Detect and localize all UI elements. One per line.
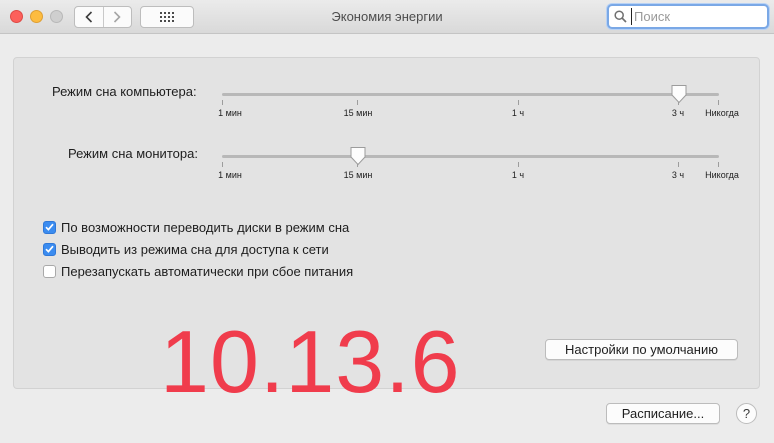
chevron-right-icon xyxy=(114,11,121,23)
checkbox-row-network-wake[interactable]: Выводить из режима сна для доступа к сет… xyxy=(43,240,329,258)
schedule-button[interactable]: Расписание... xyxy=(606,403,720,424)
tick-label-never: Никогда xyxy=(705,108,739,118)
grid-icon xyxy=(160,12,174,22)
slider-thumb[interactable] xyxy=(349,146,367,166)
minimize-window-button[interactable] xyxy=(30,10,43,23)
navigation-buttons xyxy=(74,6,132,28)
tick-label-never: Никогда xyxy=(705,170,739,180)
network-wake-checkbox[interactable] xyxy=(43,242,56,256)
auto-restart-label: Перезапускать автоматически при сбое пит… xyxy=(61,263,354,279)
display-sleep-label: Режим сна монитора: xyxy=(68,146,198,161)
tick-label-3h: 3 ч xyxy=(671,170,685,180)
disk-sleep-label: По возможности переводить диски в режим … xyxy=(61,219,350,235)
tick-label-3h: 3 ч xyxy=(671,108,685,118)
checkbox-row-auto-restart[interactable]: Перезапускать автоматически при сбое пит… xyxy=(43,262,353,280)
tick-label-1h: 1 ч xyxy=(511,170,525,180)
tick-label-15min: 15 мин xyxy=(343,170,373,180)
forward-button[interactable] xyxy=(102,7,132,27)
computer-sleep-slider[interactable]: 1 мин 15 мин 1 ч 3 ч Никогда xyxy=(218,84,739,124)
slider-tick xyxy=(678,162,679,167)
slider-tick xyxy=(518,100,519,105)
version-overlay: 10.13.6 xyxy=(160,312,461,411)
slider-tick xyxy=(718,100,719,105)
checkbox-row-disk-sleep[interactable]: По возможности переводить диски в режим … xyxy=(43,218,349,236)
title-bar: Экономия энергии xyxy=(0,0,774,34)
tick-label-1h: 1 ч xyxy=(511,108,525,118)
close-window-button[interactable] xyxy=(10,10,23,23)
slider-tick xyxy=(518,162,519,167)
tick-label-1min: 1 мин xyxy=(218,170,242,180)
slider-track xyxy=(222,93,719,96)
display-sleep-slider[interactable]: 1 мин 15 мин 1 ч 3 ч Никогда xyxy=(218,146,739,186)
network-wake-label: Выводить из режима сна для доступа к сет… xyxy=(61,241,329,257)
search-input[interactable] xyxy=(631,8,763,25)
computer-sleep-label: Режим сна компьютера: xyxy=(52,84,197,99)
search-field[interactable] xyxy=(607,4,769,29)
slider-tick xyxy=(222,162,223,167)
disk-sleep-checkbox[interactable] xyxy=(43,220,56,234)
slider-tick xyxy=(222,100,223,105)
slider-tick xyxy=(718,162,719,167)
zoom-window-button[interactable] xyxy=(50,10,63,23)
slider-thumb[interactable] xyxy=(670,84,688,104)
slider-tick xyxy=(357,100,358,105)
checkmark-icon xyxy=(45,223,54,231)
slider-track xyxy=(222,155,719,158)
tick-label-15min: 15 мин xyxy=(343,108,373,118)
search-icon xyxy=(614,10,627,23)
show-all-button[interactable] xyxy=(140,6,194,28)
restore-defaults-button[interactable]: Настройки по умолчанию xyxy=(545,339,738,360)
chevron-left-icon xyxy=(85,11,92,23)
auto-restart-checkbox[interactable] xyxy=(43,264,56,278)
back-button[interactable] xyxy=(75,7,103,27)
tick-label-1min: 1 мин xyxy=(218,108,242,118)
checkmark-icon xyxy=(45,245,54,253)
preferences-window: Экономия энергии Режим сна компьютера: 1… xyxy=(0,0,774,443)
help-button[interactable]: ? xyxy=(736,403,757,424)
